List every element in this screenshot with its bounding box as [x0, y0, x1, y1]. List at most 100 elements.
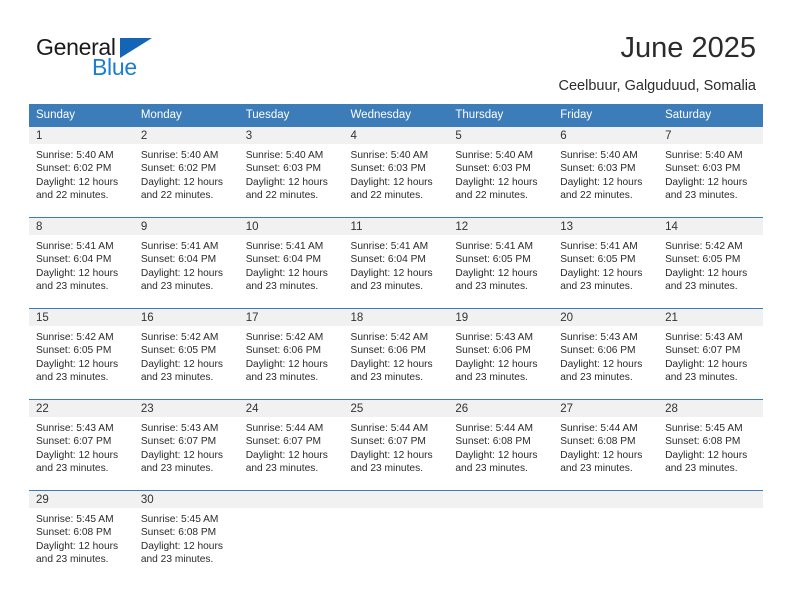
calendar-day-cell[interactable]: 16 Sunrise: 5:42 AM Sunset: 6:05 PM Dayl…: [133, 308, 239, 400]
day-number: 25: [343, 400, 449, 417]
daylight-text-line2: and 23 minutes.: [350, 280, 424, 292]
daylight-text-line2: and 23 minutes.: [245, 280, 319, 292]
calendar-day-cell[interactable]: 24 Sunrise: 5:44 AM Sunset: 6:07 PM Dayl…: [238, 399, 344, 491]
sunset-text: Sunset: 6:03 PM: [350, 163, 426, 175]
day-number: 19: [448, 309, 554, 326]
calendar-day-cell[interactable]: 5 Sunrise: 5:40 AM Sunset: 6:03 PM Dayli…: [448, 126, 554, 218]
sunset-text: Sunset: 6:05 PM: [140, 345, 217, 357]
daylight-text-line1: Daylight: 12 hours: [36, 176, 119, 188]
daylight-text-line1: Daylight: 12 hours: [350, 358, 433, 370]
day-number: 5: [448, 127, 554, 144]
calendar-day-cell[interactable]: 19 Sunrise: 5:43 AM Sunset: 6:06 PM Dayl…: [448, 308, 554, 400]
calendar-day-cell[interactable]: 23 Sunrise: 5:43 AM Sunset: 6:07 PM Dayl…: [133, 399, 239, 491]
day-number: [448, 491, 554, 508]
daylight-text-line1: Daylight: 12 hours: [455, 449, 538, 461]
sunrise-text: Sunrise: 5:42 AM: [140, 332, 219, 343]
day-number: 16: [133, 309, 239, 326]
sunset-text: Sunset: 6:02 PM: [140, 163, 217, 175]
calendar-day-cell[interactable]: 4 Sunrise: 5:40 AM Sunset: 6:03 PM Dayli…: [343, 126, 449, 218]
calendar-day-cell[interactable]: 15 Sunrise: 5:42 AM Sunset: 6:05 PM Dayl…: [29, 308, 134, 400]
day-details: Sunrise: 5:42 AM Sunset: 6:05 PM Dayligh…: [658, 235, 763, 293]
calendar-day-cell[interactable]: 20 Sunrise: 5:43 AM Sunset: 6:06 PM Dayl…: [553, 308, 659, 400]
sunrise-text: Sunrise: 5:40 AM: [665, 150, 743, 161]
general-blue-logo[interactable]: General Blue: [36, 34, 226, 86]
sunset-text: Sunset: 6:03 PM: [665, 163, 741, 175]
day-number: 2: [133, 127, 239, 144]
day-details: [448, 508, 553, 513]
day-details: Sunrise: 5:45 AM Sunset: 6:08 PM Dayligh…: [658, 417, 763, 475]
sunrise-text: Sunrise: 5:40 AM: [560, 150, 638, 161]
daylight-text-line2: and 23 minutes.: [140, 280, 214, 292]
day-details: Sunrise: 5:44 AM Sunset: 6:07 PM Dayligh…: [239, 417, 344, 475]
calendar-day-cell[interactable]: 7 Sunrise: 5:40 AM Sunset: 6:03 PM Dayli…: [658, 126, 763, 218]
sunrise-text: Sunrise: 5:40 AM: [455, 150, 533, 161]
sunset-text: Sunset: 6:07 PM: [36, 436, 112, 448]
calendar-day-cell[interactable]: 21 Sunrise: 5:43 AM Sunset: 6:07 PM Dayl…: [658, 308, 763, 400]
calendar-page: General Blue June 2025 Ceelbuur, Galgudu…: [0, 0, 792, 612]
calendar-day-cell-empty: [238, 490, 344, 581]
daylight-text-line2: and 23 minutes.: [36, 553, 109, 565]
day-number: 21: [658, 309, 763, 326]
day-details: [553, 508, 658, 513]
calendar-day-cell[interactable]: 28 Sunrise: 5:45 AM Sunset: 6:08 PM Dayl…: [658, 399, 763, 491]
calendar-day-cell[interactable]: 26 Sunrise: 5:44 AM Sunset: 6:08 PM Dayl…: [448, 399, 554, 491]
calendar-day-cell[interactable]: 27 Sunrise: 5:44 AM Sunset: 6:08 PM Dayl…: [553, 399, 659, 491]
calendar-day-cell[interactable]: 12 Sunrise: 5:41 AM Sunset: 6:05 PM Dayl…: [448, 217, 554, 309]
daylight-text-line1: Daylight: 12 hours: [350, 267, 433, 279]
day-details: [344, 508, 449, 513]
day-number: 9: [133, 218, 239, 235]
calendar-day-cell[interactable]: 25 Sunrise: 5:44 AM Sunset: 6:07 PM Dayl…: [343, 399, 449, 491]
calendar-day-cell[interactable]: 3 Sunrise: 5:40 AM Sunset: 6:03 PM Dayli…: [238, 126, 344, 218]
day-number: [238, 491, 344, 508]
sunset-text: Sunset: 6:03 PM: [560, 163, 636, 175]
sunset-text: Sunset: 6:05 PM: [36, 345, 112, 357]
calendar-day-cell-empty: [343, 490, 449, 581]
sunset-text: Sunset: 6:03 PM: [245, 163, 322, 175]
calendar-day-cell-empty: [553, 490, 659, 581]
day-number: 15: [29, 309, 134, 326]
day-details: Sunrise: 5:43 AM Sunset: 6:07 PM Dayligh…: [29, 417, 134, 475]
location-subtitle: Ceelbuur, Galguduud, Somalia: [558, 78, 757, 94]
calendar-day-cell[interactable]: 18 Sunrise: 5:42 AM Sunset: 6:06 PM Dayl…: [343, 308, 449, 400]
day-details: Sunrise: 5:43 AM Sunset: 6:07 PM Dayligh…: [658, 326, 763, 384]
calendar-day-cell[interactable]: 30 Sunrise: 5:45 AM Sunset: 6:08 PM Dayl…: [133, 490, 239, 581]
day-number: [343, 491, 449, 508]
calendar-day-cell-empty: [658, 490, 763, 581]
calendar-day-cell[interactable]: 22 Sunrise: 5:43 AM Sunset: 6:07 PM Dayl…: [29, 399, 134, 491]
daylight-text-line1: Daylight: 12 hours: [140, 176, 223, 188]
daylight-text-line2: and 23 minutes.: [455, 462, 528, 474]
sunrise-text: Sunrise: 5:43 AM: [665, 332, 743, 343]
calendar-day-cell[interactable]: 9 Sunrise: 5:41 AM Sunset: 6:04 PM Dayli…: [133, 217, 239, 309]
calendar-week-row: 29 Sunrise: 5:45 AM Sunset: 6:08 PM Dayl…: [29, 490, 763, 581]
calendar-day-cell[interactable]: 8 Sunrise: 5:41 AM Sunset: 6:04 PM Dayli…: [29, 217, 134, 309]
calendar-day-cell[interactable]: 13 Sunrise: 5:41 AM Sunset: 6:05 PM Dayl…: [553, 217, 659, 309]
day-number: 30: [133, 491, 239, 508]
sunrise-text: Sunrise: 5:43 AM: [140, 423, 219, 434]
calendar-day-cell[interactable]: 1 Sunrise: 5:40 AM Sunset: 6:02 PM Dayli…: [29, 126, 134, 218]
calendar-day-cell[interactable]: 29 Sunrise: 5:45 AM Sunset: 6:08 PM Dayl…: [29, 490, 134, 581]
sunset-text: Sunset: 6:05 PM: [665, 254, 741, 266]
daylight-text-line2: and 23 minutes.: [455, 371, 528, 383]
calendar-day-cell[interactable]: 2 Sunrise: 5:40 AM Sunset: 6:02 PM Dayli…: [133, 126, 239, 218]
daylight-text-line2: and 23 minutes.: [36, 280, 109, 292]
calendar-day-cell[interactable]: 17 Sunrise: 5:42 AM Sunset: 6:06 PM Dayl…: [238, 308, 344, 400]
day-details: Sunrise: 5:42 AM Sunset: 6:06 PM Dayligh…: [344, 326, 449, 384]
calendar-day-cell[interactable]: 11 Sunrise: 5:41 AM Sunset: 6:04 PM Dayl…: [343, 217, 449, 309]
day-details: Sunrise: 5:42 AM Sunset: 6:05 PM Dayligh…: [29, 326, 134, 384]
day-details: Sunrise: 5:43 AM Sunset: 6:06 PM Dayligh…: [448, 326, 553, 384]
daylight-text-line1: Daylight: 12 hours: [560, 267, 643, 279]
day-number: 13: [553, 218, 659, 235]
sunset-text: Sunset: 6:07 PM: [245, 436, 322, 448]
sunrise-text: Sunrise: 5:41 AM: [140, 241, 219, 252]
calendar-day-cell[interactable]: 14 Sunrise: 5:42 AM Sunset: 6:05 PM Dayl…: [658, 217, 763, 309]
calendar-week-row: 15 Sunrise: 5:42 AM Sunset: 6:05 PM Dayl…: [29, 308, 763, 400]
sunset-text: Sunset: 6:05 PM: [560, 254, 636, 266]
sunrise-text: Sunrise: 5:44 AM: [245, 423, 324, 434]
weekday-header-tuesday: Tuesday: [238, 104, 344, 127]
sunset-text: Sunset: 6:04 PM: [140, 254, 217, 266]
sunrise-text: Sunrise: 5:42 AM: [245, 332, 324, 343]
day-details: Sunrise: 5:40 AM Sunset: 6:02 PM Dayligh…: [29, 144, 134, 202]
calendar-day-cell[interactable]: 6 Sunrise: 5:40 AM Sunset: 6:03 PM Dayli…: [553, 126, 659, 218]
calendar-day-cell[interactable]: 10 Sunrise: 5:41 AM Sunset: 6:04 PM Dayl…: [238, 217, 344, 309]
day-number: 4: [343, 127, 449, 144]
